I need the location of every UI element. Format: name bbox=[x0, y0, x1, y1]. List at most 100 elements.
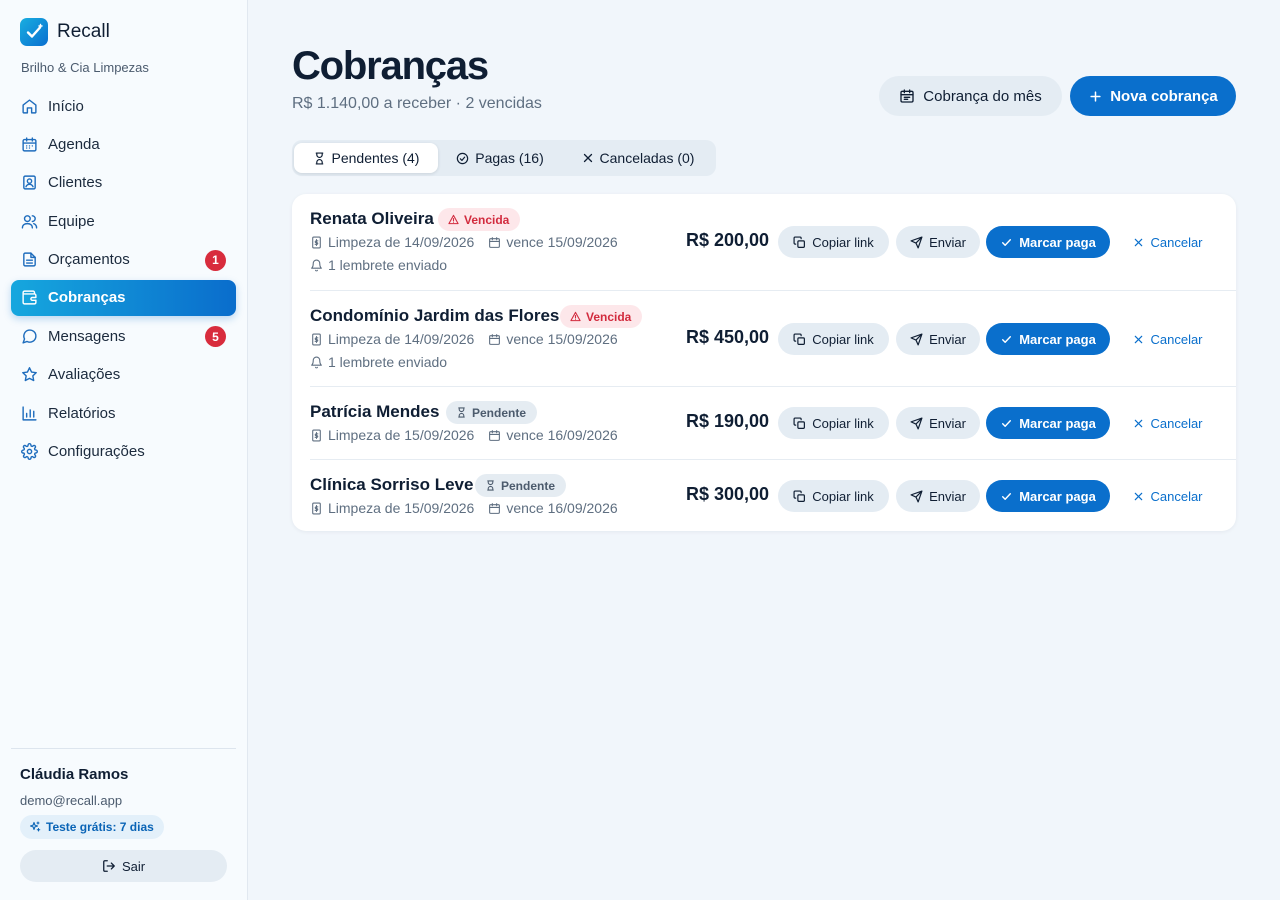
tab-pagas[interactable]: Pagas (16) bbox=[444, 143, 556, 173]
close-icon bbox=[1133, 237, 1144, 248]
sidebar-item-label: Orçamentos bbox=[48, 251, 130, 269]
sidebar-item-equipe[interactable]: Equipe bbox=[11, 203, 236, 239]
tab-label: Pagas (16) bbox=[475, 150, 544, 166]
new-invoice-button[interactable]: Nova cobrança bbox=[1070, 76, 1236, 116]
check-icon bbox=[1000, 490, 1013, 503]
invoice-meta: Limpeza de 14/09/2026 vence 15/09/2026 bbox=[310, 331, 618, 347]
users-icon bbox=[21, 213, 38, 230]
client-name: Clínica Sorriso Leve bbox=[310, 475, 474, 494]
mark-paid-button[interactable]: Marcar paga bbox=[986, 226, 1110, 258]
copy-icon bbox=[793, 416, 806, 430]
brand[interactable]: Recall bbox=[20, 18, 110, 46]
invoice-amount: R$ 450,00 bbox=[686, 327, 770, 347]
sidebar-item-orcamentos[interactable]: Orçamentos 1 bbox=[11, 242, 236, 278]
check-circle-icon bbox=[456, 152, 469, 165]
cancel-button[interactable]: Cancelar bbox=[1118, 480, 1218, 512]
send-icon bbox=[910, 416, 923, 430]
wallet-icon bbox=[21, 289, 38, 306]
hourglass-icon bbox=[485, 480, 496, 491]
bell-icon bbox=[310, 259, 323, 272]
close-icon bbox=[1133, 418, 1144, 429]
user-email: demo@recall.app bbox=[20, 793, 123, 808]
invoice-amount: R$ 300,00 bbox=[686, 484, 770, 504]
monthly-billing-button[interactable]: Cobrança do mês bbox=[879, 76, 1062, 116]
mark-paid-button[interactable]: Marcar paga bbox=[986, 480, 1110, 512]
contact-card-icon bbox=[21, 174, 38, 191]
status-label: Vencida bbox=[464, 212, 510, 227]
hourglass-icon bbox=[313, 151, 326, 165]
cancel-button[interactable]: Cancelar bbox=[1118, 407, 1218, 439]
send-icon bbox=[910, 235, 923, 249]
gear-icon bbox=[21, 443, 38, 460]
sidebar-item-configuracoes[interactable]: Configurações bbox=[11, 434, 236, 470]
sidebar-item-label: Avaliações bbox=[48, 366, 121, 384]
send-button[interactable]: Enviar bbox=[896, 480, 980, 512]
plus-icon bbox=[1088, 89, 1103, 104]
sparkles-icon bbox=[29, 821, 41, 833]
copy-link-button[interactable]: Copiar link bbox=[778, 480, 889, 512]
calendar-icon bbox=[488, 502, 501, 515]
copy-link-button[interactable]: Copiar link bbox=[778, 407, 889, 439]
send-icon bbox=[910, 489, 923, 503]
trial-label: Teste grátis: 7 dias bbox=[46, 820, 154, 834]
client-name: Renata Oliveira bbox=[310, 209, 434, 228]
tab-label: Pendentes (4) bbox=[331, 150, 420, 166]
sidebar: Recall Brilho & Cia Limpezas Início Agen… bbox=[0, 0, 248, 900]
status-label: Vencida bbox=[586, 309, 632, 324]
receipt-icon bbox=[310, 502, 323, 515]
send-button[interactable]: Enviar bbox=[896, 323, 980, 355]
client-name: Condomínio Jardim das Flores bbox=[310, 306, 560, 325]
cancel-label: Cancelar bbox=[1150, 234, 1203, 250]
service-date: Limpeza de 14/09/2026 bbox=[328, 331, 475, 347]
send-button[interactable]: Enviar bbox=[896, 226, 980, 258]
due-date: vence 16/09/2026 bbox=[506, 427, 618, 443]
sidebar-item-inicio[interactable]: Início bbox=[11, 88, 236, 124]
sidebar-item-agenda[interactable]: Agenda bbox=[11, 126, 236, 162]
cancel-button[interactable]: Cancelar bbox=[1118, 226, 1218, 258]
sidebar-item-mensagens[interactable]: Mensagens 5 bbox=[11, 318, 236, 354]
sidebar-item-relatorios[interactable]: Relatórios bbox=[11, 395, 236, 431]
copy-link-label: Copiar link bbox=[812, 415, 874, 431]
sidebar-item-cobrancas[interactable]: Cobranças bbox=[11, 279, 236, 316]
tab-pendentes[interactable]: Pendentes (4) bbox=[294, 143, 438, 173]
tab-canceladas[interactable]: Canceladas (0) bbox=[564, 143, 712, 173]
invoice-amount: R$ 190,00 bbox=[686, 411, 770, 431]
status-badge: Pendente bbox=[446, 401, 538, 424]
copy-link-label: Copiar link bbox=[812, 234, 874, 250]
sidebar-item-label: Relatórios bbox=[48, 404, 116, 422]
logout-button[interactable]: Sair bbox=[20, 850, 227, 882]
check-icon bbox=[1000, 236, 1013, 249]
mark-paid-button[interactable]: Marcar paga bbox=[986, 407, 1110, 439]
mark-paid-button[interactable]: Marcar paga bbox=[986, 323, 1110, 355]
invoice-row: Clínica Sorriso Leve Pendente Limpeza de… bbox=[310, 459, 1236, 531]
close-icon bbox=[1133, 334, 1144, 345]
cancel-label: Cancelar bbox=[1150, 331, 1203, 347]
status-label: Pendente bbox=[501, 478, 556, 493]
reminder-text: 1 lembrete enviado bbox=[328, 257, 448, 273]
invoice-meta: Limpeza de 14/09/2026 vence 15/09/2026 bbox=[310, 234, 618, 250]
due-date: vence 16/09/2026 bbox=[506, 500, 618, 516]
invoice-row: Patrícia Mendes Pendente Limpeza de 15/0… bbox=[310, 386, 1236, 459]
receipt-icon bbox=[310, 429, 323, 442]
cancel-button[interactable]: Cancelar bbox=[1118, 323, 1218, 355]
app-name: Recall bbox=[57, 21, 110, 42]
tab-label: Canceladas (0) bbox=[599, 150, 695, 166]
home-icon bbox=[21, 98, 38, 115]
sidebar-item-label: Configurações bbox=[48, 443, 145, 461]
sidebar-item-avaliacoes[interactable]: Avaliações bbox=[11, 357, 236, 393]
service-date: Limpeza de 15/09/2026 bbox=[328, 427, 475, 443]
trial-badge[interactable]: Teste grátis: 7 dias bbox=[20, 815, 164, 839]
send-button[interactable]: Enviar bbox=[896, 407, 980, 439]
new-invoice-label: Nova cobrança bbox=[1110, 87, 1218, 105]
bell-icon bbox=[310, 356, 323, 369]
star-icon bbox=[21, 366, 38, 383]
page-title: Cobranças bbox=[292, 44, 489, 88]
copy-link-label: Copiar link bbox=[812, 331, 874, 347]
copy-link-button[interactable]: Copiar link bbox=[778, 226, 889, 258]
send-label: Enviar bbox=[929, 331, 966, 347]
sidebar-item-label: Clientes bbox=[48, 174, 103, 192]
sidebar-item-clientes[interactable]: Clientes bbox=[11, 165, 236, 201]
status-badge: Vencida bbox=[438, 208, 521, 231]
notification-badge: 5 bbox=[205, 326, 226, 348]
copy-link-button[interactable]: Copiar link bbox=[778, 323, 889, 355]
